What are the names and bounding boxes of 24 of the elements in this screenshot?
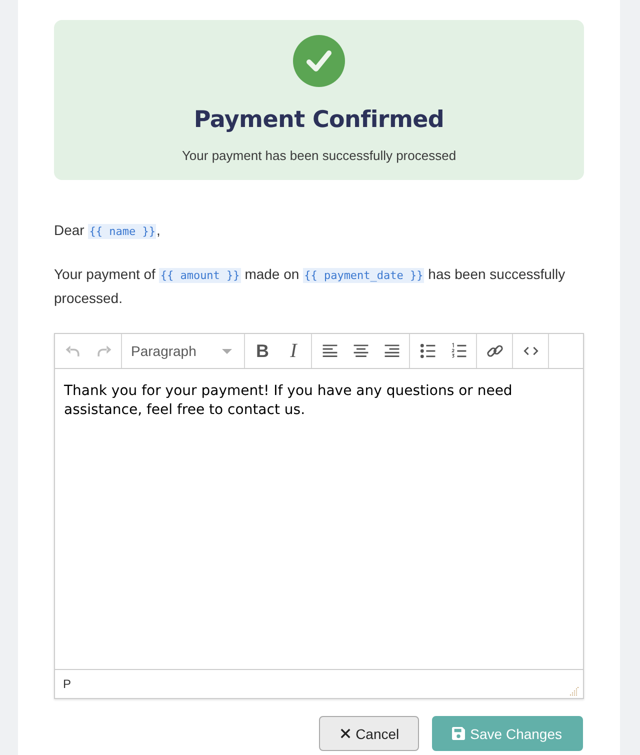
editor-content-area[interactable]: Thank you for your payment! If you have any questions or need assistance, feel free to contact us. <box>55 369 583 669</box>
close-icon <box>340 728 351 739</box>
template-variable: {{ payment_date }} <box>303 268 424 283</box>
template-variable: {{ amount }} <box>159 268 241 283</box>
bullet-list-icon <box>418 342 436 360</box>
confirmation-title: Payment Confirmed <box>194 107 444 133</box>
cancel-button[interactable]: Cancel <box>318 716 420 751</box>
link-icon <box>486 342 504 360</box>
align-center-icon <box>352 342 370 360</box>
resize-handle-icon[interactable] <box>569 686 579 696</box>
align-left-icon <box>320 342 338 360</box>
element-path-item[interactable]: P <box>63 677 72 691</box>
letter-paragraph: Dear {{ name }}, <box>54 221 162 241</box>
save-icon <box>452 727 466 740</box>
template-variable: {{ name }} <box>88 224 156 239</box>
confirmation-message: Your payment has been successfully processed <box>182 147 456 165</box>
format-dropdown[interactable]: Paragraph <box>122 334 244 368</box>
bold-button[interactable]: B <box>247 334 278 368</box>
check-circle-icon <box>293 35 345 87</box>
caret-icon <box>222 348 232 354</box>
align-right-icon <box>382 342 400 360</box>
letter-paragraph: Your payment of {{ amount }} made on {{ payment_date }} has been successfully processed. <box>54 265 566 308</box>
numbered-list-icon <box>450 342 468 360</box>
italic-button[interactable]: I <box>278 334 309 368</box>
